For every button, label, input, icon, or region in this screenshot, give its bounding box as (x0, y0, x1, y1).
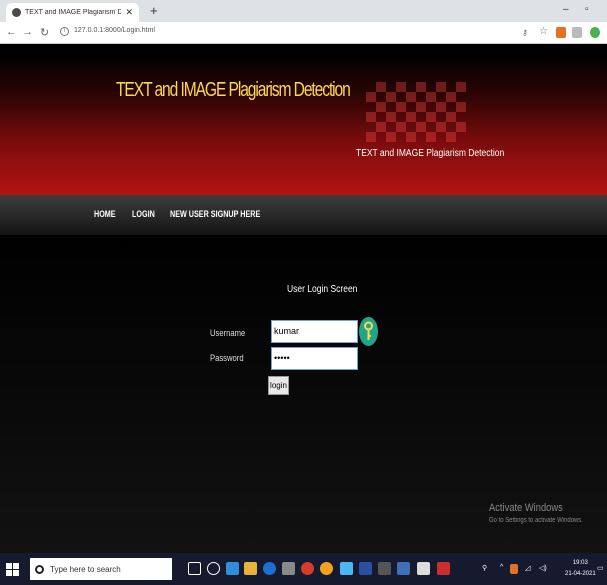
new-tab-icon[interactable]: + (150, 3, 158, 18)
password-field[interactable]: ••••• (271, 347, 358, 370)
nav-home[interactable]: HOME (94, 209, 116, 219)
maximize-icon[interactable]: ▫ (585, 4, 589, 15)
globe-icon (12, 8, 21, 17)
tab-title: TEXT and IMAGE Plagiarism Dete (25, 9, 122, 16)
browser-tab-strip: TEXT and IMAGE Plagiarism Dete ✕ + – ▫ (0, 0, 607, 22)
nav-login[interactable]: LOGIN (132, 209, 155, 219)
extension-icon[interactable] (556, 27, 566, 38)
task-view-icon[interactable] (207, 562, 220, 575)
header-pattern (366, 82, 466, 142)
file-explorer-icon[interactable] (244, 562, 257, 575)
info-icon[interactable]: i (60, 27, 69, 36)
app-tray-icon[interactable] (510, 564, 518, 574)
app-icon[interactable] (301, 562, 314, 575)
site-subtitle: TEXT and IMAGE Plagiarism Detection (356, 148, 505, 159)
nav-bar: HOME LOGIN NEW USER SIGNUP HERE (0, 195, 607, 235)
username-field[interactable]: kumar (271, 320, 358, 343)
login-button[interactable]: login (268, 376, 289, 395)
app-icon[interactable] (397, 562, 410, 575)
network-icon[interactable]: ◿ (525, 564, 530, 572)
browser-tab[interactable]: TEXT and IMAGE Plagiarism Dete ✕ (6, 3, 139, 22)
minimize-icon[interactable]: – (563, 4, 569, 15)
people-icon[interactable]: ⚲ (482, 564, 487, 572)
site-header: TEXT and IMAGE Plagiarism Detection TEXT… (0, 60, 607, 195)
back-icon[interactable]: ← (6, 26, 17, 38)
address-bar: ← → ↻ i 127.0.0.1:8000/Login.html ⚷ ☆ (0, 22, 607, 44)
extension-icon[interactable] (590, 27, 600, 38)
watermark-title: Activate Windows (489, 502, 563, 514)
speaker-icon[interactable]: ◁) (539, 564, 547, 572)
username-label: Username (210, 328, 246, 338)
search-placeholder: Type here to search (50, 564, 121, 574)
close-icon[interactable]: ✕ (125, 7, 133, 18)
password-manager-key-icon[interactable] (359, 317, 378, 346)
app-icon[interactable] (282, 562, 295, 575)
taskbar-search[interactable]: Type here to search (30, 558, 172, 580)
star-icon[interactable]: ☆ (539, 26, 548, 37)
app-icon[interactable] (340, 562, 353, 575)
windows-start-icon[interactable] (6, 563, 19, 576)
watermark-subtitle: Go to Settings to activate Windows. (489, 517, 583, 524)
edge-icon[interactable] (263, 562, 276, 575)
forward-icon[interactable]: → (22, 26, 33, 38)
activate-windows-watermark: Activate Windows Go to Settings to activ… (489, 502, 600, 524)
page-title: User Login Screen (287, 284, 358, 295)
system-clock[interactable]: 19:03 21-04-2021 (565, 558, 596, 580)
url-field[interactable]: 127.0.0.1:8000/Login.html (74, 27, 155, 34)
mic-icon[interactable] (188, 562, 201, 575)
notification-icon[interactable]: ▭ (597, 564, 604, 572)
clock-date: 21-04-2021 (565, 571, 596, 577)
app-icon[interactable] (437, 562, 450, 575)
store-icon[interactable] (226, 562, 239, 575)
chevron-up-icon[interactable]: ^ (500, 564, 503, 571)
reload-icon[interactable]: ↻ (40, 26, 49, 39)
app-icon[interactable] (417, 562, 430, 575)
main-content: User Login Screen Username kumar Passwor… (0, 235, 607, 553)
key-icon[interactable]: ⚷ (522, 28, 528, 37)
cortana-icon (35, 564, 44, 574)
chrome-icon[interactable] (320, 562, 333, 575)
password-label: Password (210, 353, 244, 363)
site-title: TEXT and IMAGE Plagiarism Detection (116, 79, 351, 101)
app-icon[interactable] (359, 562, 372, 575)
windows-taskbar: Type here to search ⚲ ^ ◿ ◁) 19:03 21-04… (0, 553, 607, 585)
app-icon[interactable] (378, 562, 391, 575)
nav-signup[interactable]: NEW USER SIGNUP HERE (170, 209, 260, 219)
extension-icon[interactable] (572, 27, 582, 38)
clock-time: 19:03 (572, 560, 588, 566)
